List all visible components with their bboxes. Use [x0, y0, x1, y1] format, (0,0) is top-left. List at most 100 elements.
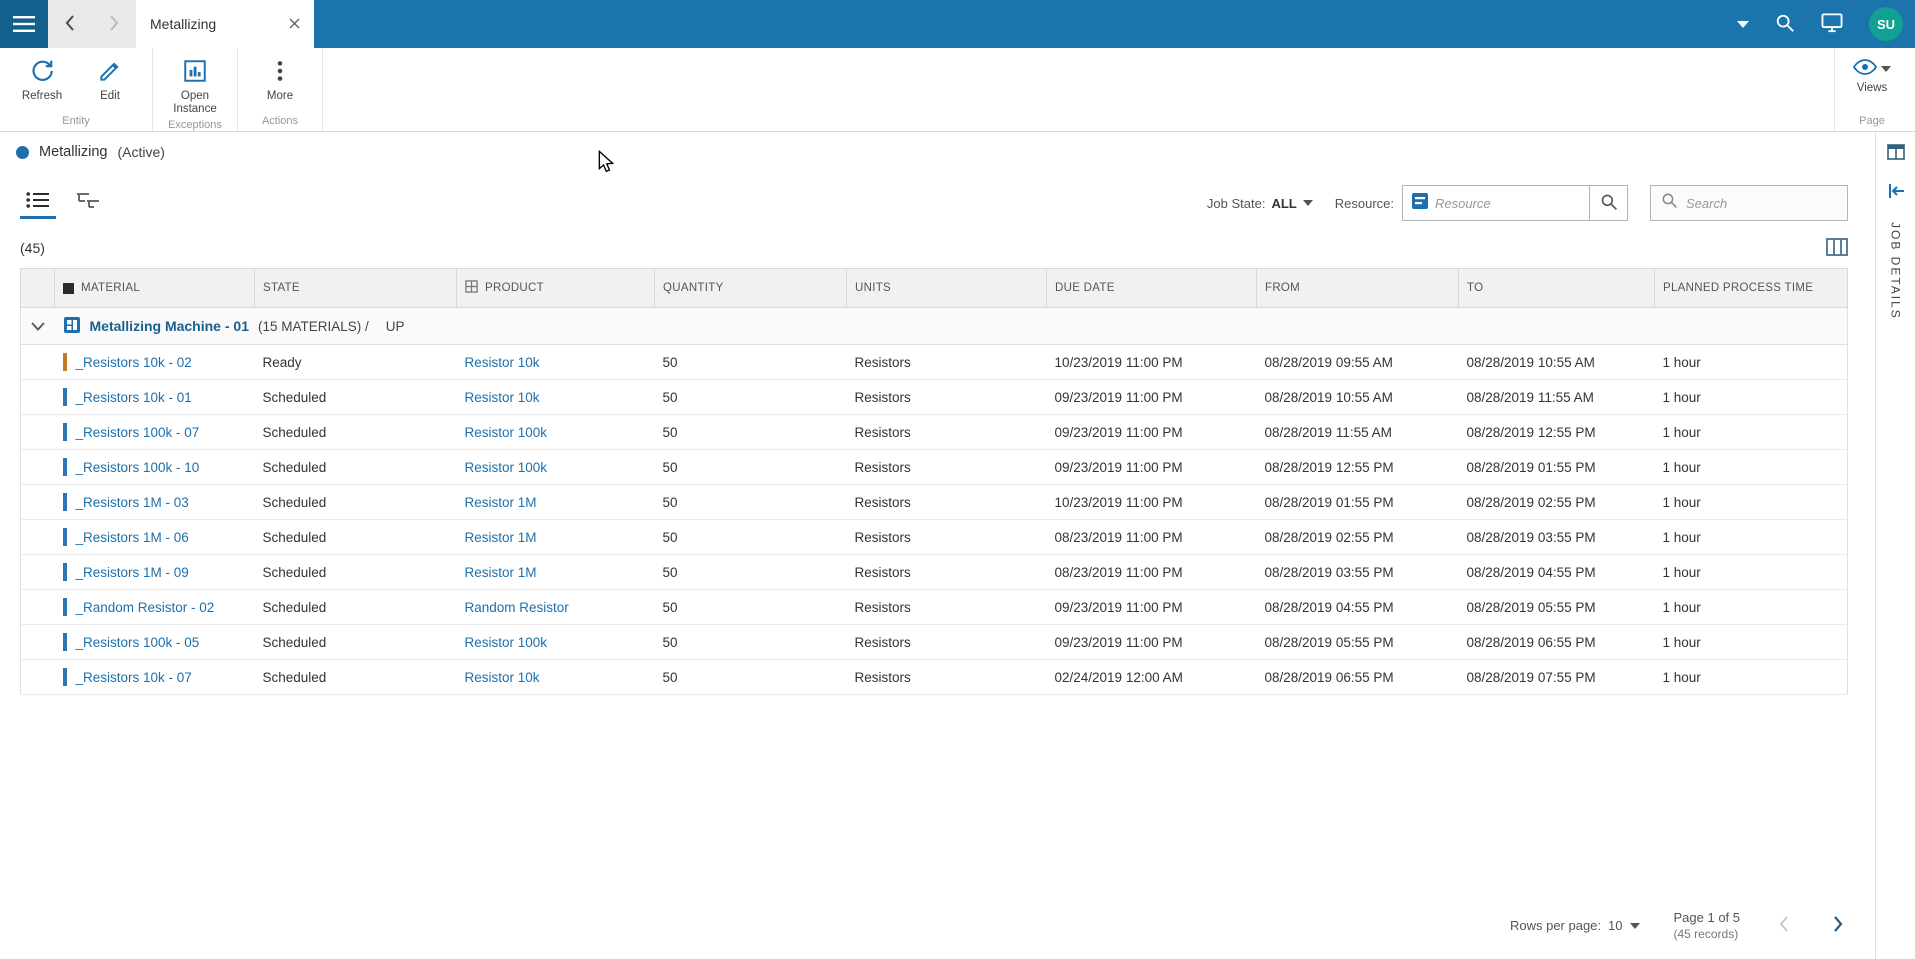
open-instance-button[interactable]: Open Instance [161, 54, 229, 116]
material-link[interactable]: _Resistors 1M - 09 [76, 565, 189, 580]
due-date-cell: 10/23/2019 11:00 PM [1046, 484, 1257, 520]
product-link[interactable]: Resistor 1M [465, 565, 537, 580]
table-row[interactable]: _Resistors 100k - 05 Scheduled Resistor … [20, 624, 1848, 660]
job-details-rail: JOB DETAILS [1875, 132, 1915, 959]
column-header-due-date[interactable]: DUE DATE [1046, 268, 1257, 308]
group-collapse-button[interactable] [29, 319, 47, 334]
resource-search-button[interactable] [1589, 186, 1627, 220]
topbar-actions: SU [1737, 0, 1915, 48]
refresh-button[interactable]: Refresh [8, 54, 76, 112]
material-link[interactable]: _Resistors 10k - 01 [76, 390, 192, 405]
state-cell: Scheduled [254, 414, 457, 450]
table-row[interactable]: _Resistors 100k - 10 Scheduled Resistor … [20, 449, 1848, 485]
previous-page-button[interactable] [1774, 911, 1794, 940]
details-grid-icon [1886, 144, 1905, 163]
material-link[interactable]: _Resistors 100k - 07 [76, 425, 200, 440]
column-header-quantity[interactable]: QUANTITY [654, 268, 847, 308]
table-row[interactable]: _Resistors 1M - 06 Scheduled Resistor 1M… [20, 519, 1848, 555]
job-state-filter[interactable]: Job State: ALL [1207, 196, 1313, 211]
units-cell: Resistors [846, 414, 1047, 450]
table-row[interactable]: _Resistors 1M - 03 Scheduled Resistor 1M… [20, 484, 1848, 520]
material-link[interactable]: _Resistors 10k - 02 [76, 355, 192, 370]
table-row[interactable]: _Resistors 100k - 07 Scheduled Resistor … [20, 414, 1848, 450]
hamburger-menu-button[interactable] [0, 0, 48, 48]
from-cell: 08/28/2019 03:55 PM [1256, 554, 1459, 590]
chevron-down-icon [1737, 17, 1749, 32]
product-link[interactable]: Resistor 10k [465, 355, 540, 370]
jobs-table: MATERIAL STATE PRODUCT QUANTITY UNITS DU… [20, 268, 1848, 695]
page-info: Page 1 of 5 (45 records) [1674, 910, 1741, 941]
column-header-planned-process-time[interactable]: PLANNED PROCESS TIME [1654, 268, 1848, 308]
tab-overflow-button[interactable] [1737, 17, 1749, 32]
to-cell: 08/28/2019 03:55 PM [1458, 519, 1655, 555]
job-details-grid-button[interactable] [1886, 144, 1905, 163]
product-link[interactable]: Resistor 100k [465, 425, 548, 440]
product-link[interactable]: Resistor 100k [465, 460, 548, 475]
views-button[interactable]: Views [1852, 58, 1891, 94]
table-row[interactable]: _Resistors 10k - 01 Scheduled Resistor 1… [20, 379, 1848, 415]
ribbon-group-label-exceptions: Exceptions [168, 119, 222, 132]
refresh-label: Refresh [21, 90, 63, 102]
search-input[interactable] [1686, 195, 1837, 211]
nav-back-button[interactable] [48, 0, 92, 48]
planned-time-cell: 1 hour [1654, 589, 1848, 625]
tab-metallizing[interactable]: Metallizing [136, 0, 314, 48]
table-row[interactable]: _Resistors 1M - 09 Scheduled Resistor 1M… [20, 554, 1848, 590]
product-link[interactable]: Resistor 1M [465, 495, 537, 510]
column-header-to[interactable]: TO [1458, 268, 1655, 308]
ribbon-toolbar: Refresh Edit Entity Open Instance Except… [0, 48, 1915, 132]
column-header-state[interactable]: STATE [254, 268, 457, 308]
more-ellipsis-icon [267, 58, 293, 87]
job-state-label: Job State: [1206, 195, 1266, 211]
global-search-button[interactable] [1775, 13, 1795, 36]
state-cell: Scheduled [254, 554, 457, 590]
state-cell: Ready [254, 344, 457, 380]
product-link[interactable]: Resistor 10k [465, 390, 540, 405]
units-cell: Resistors [846, 589, 1047, 625]
user-avatar[interactable]: SU [1869, 7, 1903, 41]
job-state-color-bar [62, 563, 67, 581]
material-link[interactable]: _Resistors 1M - 03 [76, 495, 189, 510]
table-row[interactable]: _Resistors 10k - 07 Scheduled Resistor 1… [20, 659, 1848, 695]
table-row[interactable]: _Random Resistor - 02 Scheduled Random R… [20, 589, 1848, 625]
material-link[interactable]: _Random Resistor - 02 [76, 600, 215, 615]
column-header-material[interactable]: MATERIAL [54, 268, 255, 308]
rows-per-page-select[interactable]: Rows per page: 10 [1510, 918, 1640, 933]
views-label: Views [1856, 82, 1888, 94]
group-machine-link[interactable]: Metallizing Machine - 01 [90, 318, 249, 334]
material-link[interactable]: _Resistors 10k - 07 [76, 670, 192, 685]
session-monitor-button[interactable] [1821, 12, 1843, 36]
product-link[interactable]: Resistor 1M [465, 530, 537, 545]
resource-input[interactable] [1435, 195, 1581, 211]
column-header-units[interactable]: UNITS [846, 268, 1047, 308]
state-cell: Scheduled [254, 484, 457, 520]
material-link[interactable]: _Resistors 100k - 05 [76, 635, 200, 650]
material-link[interactable]: _Resistors 100k - 10 [76, 460, 200, 475]
product-link[interactable]: Resistor 100k [465, 635, 548, 650]
edit-button[interactable]: Edit [76, 54, 144, 112]
state-cell: Scheduled [254, 379, 457, 415]
job-state-color-bar [62, 353, 67, 371]
job-details-panel-tab[interactable]: JOB DETAILS [1889, 222, 1903, 320]
machine-icon [63, 316, 81, 337]
next-page-button[interactable] [1828, 911, 1848, 940]
quantity-cell: 50 [654, 554, 847, 590]
product-link[interactable]: Resistor 10k [465, 670, 540, 685]
column-header-from[interactable]: FROM [1256, 268, 1459, 308]
collapse-panel-button[interactable] [1887, 183, 1905, 202]
column-chooser-button[interactable] [1826, 237, 1848, 259]
job-state-color-bar [62, 388, 67, 406]
list-view-toggle[interactable] [20, 187, 56, 219]
tab-close-button[interactable] [289, 17, 300, 32]
nav-forward-button[interactable] [92, 0, 136, 48]
material-link[interactable]: _Resistors 1M - 06 [76, 530, 189, 545]
product-link[interactable]: Random Resistor [465, 600, 569, 615]
tree-view-toggle[interactable] [70, 187, 106, 219]
planned-time-cell: 1 hour [1654, 379, 1848, 415]
column-header-product[interactable]: PRODUCT [456, 268, 655, 308]
more-button[interactable]: More [246, 54, 314, 112]
table-row[interactable]: _Resistors 10k - 02 Ready Resistor 10k 5… [20, 344, 1848, 380]
ribbon-group-label-page: Page [1859, 115, 1885, 127]
